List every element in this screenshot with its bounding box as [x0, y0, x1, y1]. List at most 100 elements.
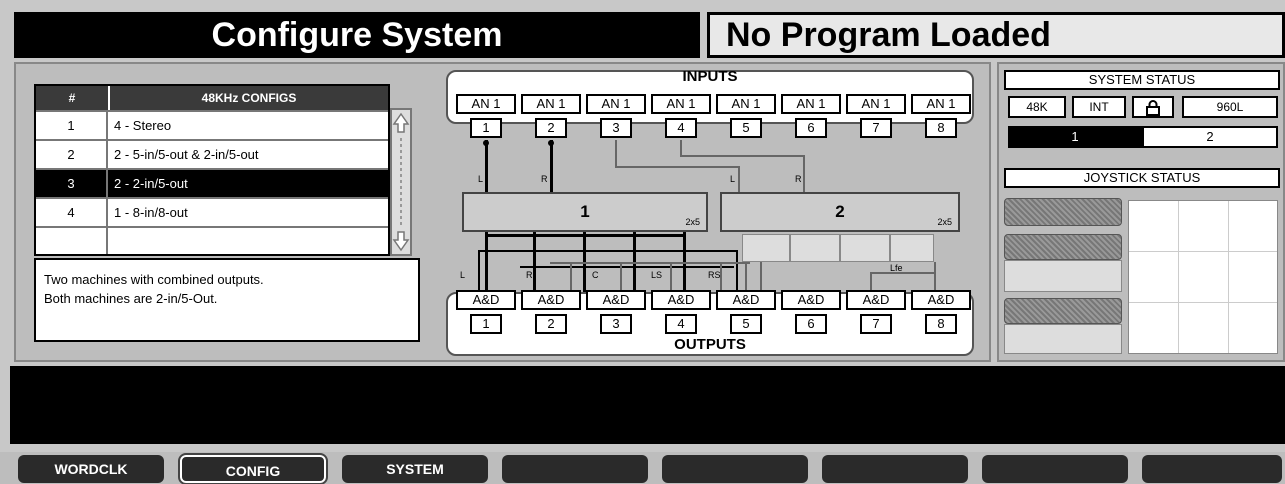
- input-type[interactable]: AN 1: [521, 94, 581, 114]
- wire: [736, 250, 738, 292]
- wire: [550, 140, 553, 192]
- output-number: 6: [795, 314, 827, 334]
- row-name: 2 - 2-in/5-out: [114, 176, 188, 191]
- wire-label: Lfe: [890, 263, 903, 273]
- output-type[interactable]: A&D: [456, 290, 516, 310]
- joystick-indicator: [1004, 198, 1122, 226]
- input-type[interactable]: AN 1: [781, 94, 841, 114]
- row-name: 4 - Stereo: [114, 118, 172, 133]
- wire: [620, 262, 622, 292]
- machine-2-block[interactable]: 2 2x5: [720, 192, 960, 232]
- wire: [533, 232, 536, 292]
- input-number: 1: [470, 118, 502, 138]
- input-type[interactable]: AN 1: [911, 94, 971, 114]
- wire: [480, 250, 738, 252]
- input-type[interactable]: AN 1: [716, 94, 776, 114]
- row-number: 4: [36, 199, 108, 226]
- input-type[interactable]: AN 1: [456, 94, 516, 114]
- input-number: 8: [925, 118, 957, 138]
- wire: [803, 155, 805, 192]
- soft-button-8[interactable]: [1142, 455, 1282, 483]
- wire-label: C: [592, 270, 599, 280]
- column-header-number: #: [36, 86, 108, 110]
- soft-button-7[interactable]: [982, 455, 1128, 483]
- inputs-label: INPUTS: [682, 68, 738, 85]
- wire-label: L: [478, 174, 484, 184]
- output-cell: [890, 234, 934, 262]
- output-number: 2: [535, 314, 567, 334]
- joystick-indicator: [1004, 234, 1122, 260]
- program-status: No Program Loaded: [707, 12, 1285, 58]
- table-row[interactable]: 4 1 - 8-in/8-out: [36, 197, 388, 226]
- wire: [745, 262, 747, 292]
- wire: [738, 166, 740, 192]
- wire-node: [483, 140, 489, 146]
- soft-button-5[interactable]: [662, 455, 808, 483]
- wire: [570, 262, 572, 292]
- wire: [680, 140, 682, 156]
- model-name: 960L: [1182, 96, 1278, 118]
- row-number: 3: [36, 170, 108, 197]
- machine-1-block[interactable]: 1 2x5: [462, 192, 708, 232]
- message-bar: [10, 366, 1285, 444]
- output-number: 5: [730, 314, 762, 334]
- output-number: 8: [925, 314, 957, 334]
- table-row[interactable]: 2 2 - 5-in/5-out & 2-in/5-out: [36, 139, 388, 168]
- wire: [550, 262, 750, 264]
- lock-status: [1132, 96, 1174, 118]
- input-number: 5: [730, 118, 762, 138]
- input-number: 6: [795, 118, 827, 138]
- system-button[interactable]: SYSTEM: [342, 455, 488, 483]
- wire: [485, 140, 488, 192]
- row-number: 1: [36, 112, 108, 139]
- config-button[interactable]: CONFIG: [178, 453, 328, 484]
- description-line: Both machines are 2-in/5-Out.: [44, 291, 218, 306]
- machine-io: 2x5: [937, 217, 952, 227]
- table-row-empty[interactable]: [36, 226, 388, 254]
- output-number: 7: [860, 314, 892, 334]
- output-type[interactable]: A&D: [716, 290, 776, 310]
- clock-source: INT: [1072, 96, 1126, 118]
- row-name: 1 - 8-in/8-out: [114, 205, 188, 220]
- output-type[interactable]: A&D: [846, 290, 906, 310]
- row-number: [36, 228, 108, 254]
- output-type[interactable]: A&D: [651, 290, 711, 310]
- wire-label: LS: [651, 270, 663, 280]
- output-cell: [742, 234, 790, 262]
- input-type[interactable]: AN 1: [846, 94, 906, 114]
- input-number: 2: [535, 118, 567, 138]
- table-row[interactable]: 1 4 - Stereo: [36, 110, 388, 139]
- page-title: Configure System: [14, 12, 700, 58]
- column-header-configs: 48KHz CONFIGS: [110, 86, 388, 110]
- joystick-status-title: JOYSTICK STATUS: [1004, 168, 1280, 188]
- wire-node: [548, 140, 554, 146]
- wire: [485, 234, 685, 237]
- output-type[interactable]: A&D: [781, 290, 841, 310]
- wire-label: L: [460, 270, 466, 280]
- row-number: 2: [36, 141, 108, 168]
- machine-label: 1: [580, 202, 590, 221]
- wire: [670, 262, 672, 292]
- input-type[interactable]: AN 1: [651, 94, 711, 114]
- output-number: 4: [665, 314, 697, 334]
- wire-label: R: [795, 174, 802, 184]
- joystick-grid: [1128, 200, 1278, 354]
- table-row-selected[interactable]: 3 2 - 2-in/5-out: [36, 168, 388, 197]
- wire-label: R: [526, 270, 533, 280]
- output-number: 3: [600, 314, 632, 334]
- wordclk-button[interactable]: WORDCLK: [18, 455, 164, 483]
- soft-button-6[interactable]: [822, 455, 968, 483]
- wire-label: RS: [708, 270, 721, 280]
- output-type[interactable]: A&D: [521, 290, 581, 310]
- wire: [615, 140, 617, 168]
- machine-io: 2x5: [685, 217, 700, 227]
- wire: [870, 272, 872, 292]
- machine-2-status: 2: [1142, 126, 1278, 148]
- input-type[interactable]: AN 1: [586, 94, 646, 114]
- joystick-indicator: [1004, 298, 1122, 324]
- output-type[interactable]: A&D: [911, 290, 971, 310]
- table-scrollbar[interactable]: [390, 108, 412, 256]
- output-type[interactable]: A&D: [586, 290, 646, 310]
- soft-button-4[interactable]: [502, 455, 648, 483]
- config-description: Two machines with combined outputs. Both…: [34, 258, 420, 342]
